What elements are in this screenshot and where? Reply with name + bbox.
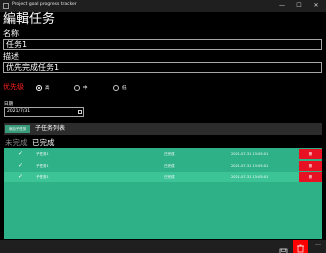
command-bar [0,240,326,253]
name-input[interactable]: 任务1 [3,39,322,50]
delete-task-button[interactable] [293,240,308,253]
delete-subtask-button[interactable]: 删 [299,161,322,171]
trash-icon [297,244,304,253]
check-icon: ✓ [18,173,24,180]
delete-subtask-button[interactable]: 删 [299,172,322,182]
window-title: Project goal progress tracker [12,2,77,7]
add-subtask-tab[interactable]: 添加子任务 [5,125,30,133]
subtask-status: 已完成 [164,175,175,179]
description-label: 描述 [3,52,19,61]
radio-selected-icon [36,84,42,91]
save-button[interactable] [279,242,288,253]
subtask-name: 子任务1 [36,164,49,168]
priority-low-radio[interactable]: 低 [113,84,127,91]
priority-label: 优先级 [3,83,24,91]
table-row[interactable]: ✓ 子任务1 已完成 2021-07-31 13:05:01 删 [4,149,322,159]
subtask-time: 2021-07-31 13:05:01 [231,164,269,168]
page-title: 編輯任务 [3,12,56,27]
subtask-status: 已完成 [164,152,175,156]
priority-medium-radio[interactable]: 中 [74,84,88,91]
subtask-name: 子任务1 [36,175,49,179]
save-icon [279,248,288,253]
date-picker[interactable]: 2021/7/31 [4,107,84,117]
close-button[interactable]: ✕ [311,1,321,11]
delete-subtask-button[interactable]: 删 [299,149,322,159]
check-icon: ✓ [18,162,24,169]
calendar-icon[interactable] [78,110,82,114]
subtask-name: 子任务1 [36,152,49,156]
minimize-button[interactable]: — [277,1,287,11]
tab-incomplete[interactable]: 未完成 [5,138,28,147]
priority-high-label: 高 [45,85,50,91]
table-row[interactable]: ✓ 子任务1 已完成 2021-07-31 13:05:01 删 [4,172,322,182]
table-row[interactable]: ✓ 子任务1 已完成 2021-07-31 13:05:01 删 [4,161,322,171]
more-options-button[interactable]: ··· [312,241,324,251]
name-label: 名称 [3,29,19,38]
description-input[interactable]: 优先完成任务1 [3,62,322,73]
subtask-time: 2021-07-31 13:05:01 [231,175,269,179]
radio-unselected-icon [113,84,119,91]
subtask-time: 2021-07-31 13:05:01 [231,152,269,156]
subtask-status: 已完成 [164,164,175,168]
check-icon: ✓ [18,150,24,157]
radio-unselected-icon [74,84,80,91]
maximize-button[interactable]: ☐ [294,1,304,11]
app-icon [3,3,9,9]
subtask-list-tab[interactable]: 子任务列表 [35,125,65,133]
priority-medium-label: 中 [83,85,88,91]
priority-high-radio[interactable]: 高 [36,84,50,91]
tab-complete[interactable]: 已完成 [32,138,55,147]
priority-low-label: 低 [122,85,127,91]
